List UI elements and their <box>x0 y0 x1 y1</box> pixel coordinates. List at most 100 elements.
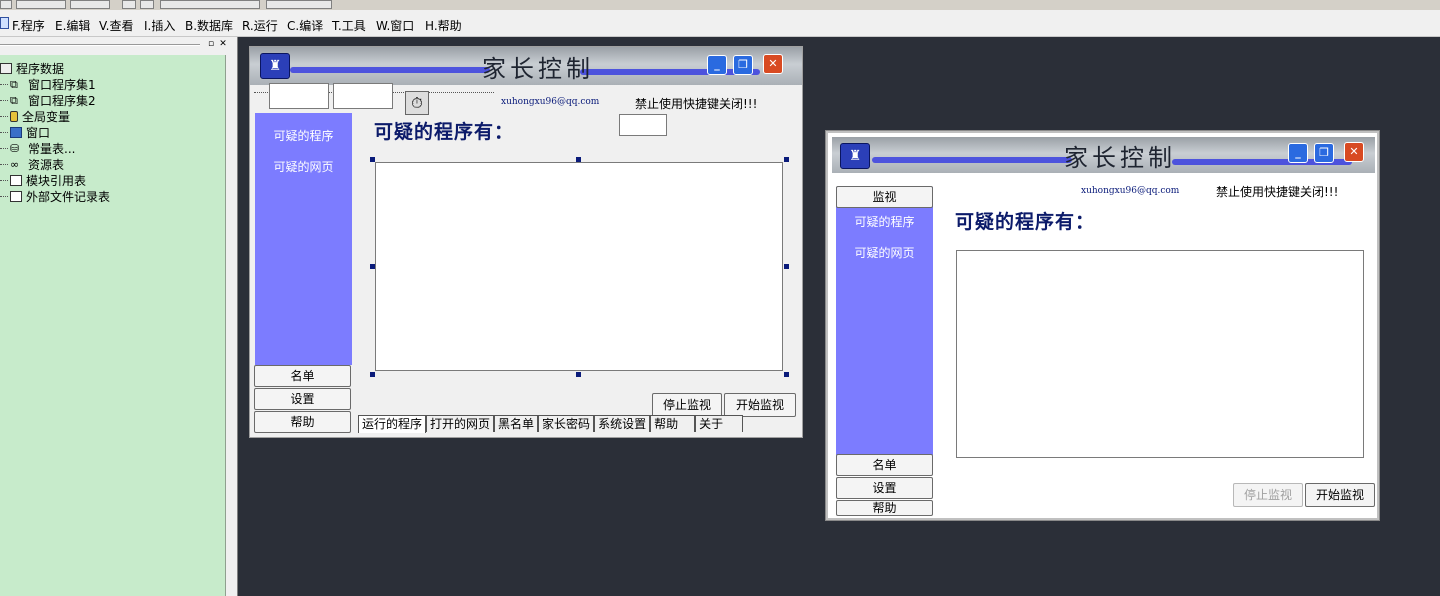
close-window-icon[interactable]: ✕ <box>763 54 783 74</box>
settings-button[interactable]: 设置 <box>254 388 351 410</box>
notice-label: 禁止使用快捷键关闭!!! <box>1216 185 1339 199</box>
constants-icon: ⛁ <box>10 141 20 155</box>
menu-window[interactable]: W.窗口 <box>376 17 414 34</box>
resize-handle[interactable] <box>784 157 789 162</box>
app-logo-icon: ♜ <box>260 53 290 79</box>
menu-view[interactable]: V.查看 <box>99 17 133 34</box>
tree-item[interactable]: 全局变量 <box>0 108 70 124</box>
menu-edit[interactable]: E.编辑 <box>55 17 90 34</box>
module-icon: ⧉ <box>10 77 18 91</box>
notice-label: 禁止使用快捷键关闭!!! <box>635 97 758 111</box>
suspicious-programs-link[interactable]: 可疑的程序 <box>255 127 352 144</box>
sidebar: 可疑的程序 可疑的网页 <box>836 187 933 455</box>
tree-item[interactable]: ⛁ 常量表... <box>0 140 75 156</box>
tab-bar: 运行的程序 打开的网页 黑名单 家长密码 系统设置 帮助 关于 <box>358 415 744 433</box>
timer-icon[interactable]: ⏱ <box>405 91 429 115</box>
help-button[interactable]: 帮助 <box>836 500 933 516</box>
list-button[interactable]: 名单 <box>254 365 351 387</box>
help-button[interactable]: 帮助 <box>254 411 351 433</box>
resize-handle[interactable] <box>576 157 581 162</box>
panel-splitter[interactable] <box>226 37 238 596</box>
suspicious-programs-link[interactable]: 可疑的程序 <box>836 213 933 230</box>
minimize-icon[interactable]: _ <box>1288 143 1308 163</box>
menu-insert[interactable]: I.插入 <box>144 17 175 34</box>
toolbar-button[interactable] <box>16 0 66 9</box>
tab-open-webpages[interactable]: 打开的网页 <box>426 415 495 432</box>
tree-item-label: 窗口 <box>26 125 51 140</box>
tree-item[interactable]: 外部文件记录表 <box>0 188 110 204</box>
tab-parent-password[interactable]: 家长密码 <box>538 415 595 432</box>
tree-item-label: 窗口程序集2 <box>28 93 96 108</box>
tab-help[interactable]: 帮助 <box>650 415 696 432</box>
tree-item[interactable]: ∞ 资源表 <box>0 156 64 172</box>
menu-database[interactable]: B.数据库 <box>185 17 233 34</box>
suspicious-programs-list[interactable] <box>956 250 1364 458</box>
menu-compile[interactable]: C.编译 <box>287 17 323 34</box>
resize-handle[interactable] <box>784 372 789 377</box>
tree-item[interactable]: ⧉ 窗口程序集1 <box>0 76 96 92</box>
resize-handle[interactable] <box>370 157 375 162</box>
tree-root[interactable]: 程序数据 <box>0 60 64 76</box>
toolbar-button[interactable] <box>122 0 136 9</box>
toolbar-button[interactable] <box>160 0 260 9</box>
banner-title: 家长控制 <box>1064 144 1176 172</box>
tree-item[interactable]: 窗口 <box>0 124 50 140</box>
small-textbox[interactable] <box>619 114 667 136</box>
menu-run[interactable]: R.运行 <box>242 17 278 34</box>
tree-item-label: 资源表 <box>28 157 65 172</box>
suspicious-webpages-link[interactable]: 可疑的网页 <box>836 244 933 261</box>
form-banner: ♜ 家长控制 _ ❐ ✕ <box>832 137 1375 173</box>
pin-icon[interactable]: ▫ <box>206 39 216 50</box>
email-label: xuhongxu96@qq.com <box>1081 186 1180 196</box>
minimize-icon[interactable]: _ <box>707 55 727 75</box>
close-window-icon[interactable]: ✕ <box>1344 142 1364 162</box>
toolbar-button[interactable] <box>140 0 154 9</box>
tree-line <box>0 147 8 149</box>
start-monitor-button[interactable]: 开始监视 <box>724 393 796 417</box>
tree-line <box>0 163 8 165</box>
toolbar <box>0 0 1440 10</box>
settings-button[interactable]: 设置 <box>836 477 933 499</box>
toolbar-button[interactable] <box>70 0 110 9</box>
monitor-button[interactable]: 监视 <box>836 186 933 208</box>
app-icon <box>0 17 9 29</box>
designer-form[interactable]: ♜ 家长控制 _ ❐ ✕ ⏱ xuhongxu96@qq.com 禁止使用快捷键… <box>249 46 803 438</box>
tree-root-label: 程序数据 <box>16 61 65 76</box>
restore-icon[interactable]: ❐ <box>733 55 753 75</box>
tree-item[interactable]: ⧉ 窗口程序集2 <box>0 92 96 108</box>
stop-monitor-button[interactable]: 停止监视 <box>1233 483 1303 507</box>
resize-handle[interactable] <box>784 264 789 269</box>
tree-item[interactable]: 模块引用表 <box>0 172 86 188</box>
project-tree: 程序数据 ⧉ 窗口程序集1 ⧉ 窗口程序集2 全局变量 窗口 ⛁ 常量表... <box>0 55 226 596</box>
module-ref-icon <box>10 174 22 186</box>
stop-monitor-button[interactable]: 停止监视 <box>652 393 722 417</box>
hidden-textbox[interactable] <box>269 83 329 109</box>
tab-system-settings[interactable]: 系统设置 <box>594 415 651 432</box>
start-monitor-button[interactable]: 开始监视 <box>1305 483 1375 507</box>
toolbar-button[interactable] <box>266 0 332 9</box>
restore-icon[interactable]: ❐ <box>1314 143 1334 163</box>
suspicious-programs-list[interactable] <box>375 162 783 371</box>
page-heading: 可疑的程序有： <box>955 211 1096 233</box>
resize-handle[interactable] <box>370 264 375 269</box>
database-icon <box>0 62 12 74</box>
tree-item-label: 外部文件记录表 <box>26 189 111 204</box>
tab-blacklist[interactable]: 黑名单 <box>494 415 539 432</box>
tree-item-label: 全局变量 <box>22 109 71 124</box>
panel-grip[interactable] <box>0 44 200 46</box>
tab-running-programs[interactable]: 运行的程序 <box>358 415 427 433</box>
resize-handle[interactable] <box>576 372 581 377</box>
tree-line <box>0 99 8 101</box>
list-button[interactable]: 名单 <box>836 454 933 476</box>
hidden-textbox[interactable] <box>333 83 393 109</box>
sidebar: 可疑的程序 可疑的网页 <box>255 113 352 365</box>
menu-help[interactable]: H.帮助 <box>425 17 462 34</box>
tab-about[interactable]: 关于 <box>695 415 744 432</box>
suspicious-webpages-link[interactable]: 可疑的网页 <box>255 158 352 175</box>
tree-item-label: 窗口程序集1 <box>28 77 96 92</box>
preview-window[interactable]: ♜ 家长控制 _ ❐ ✕ 可疑的程序 可疑的网页 监视 名单 设置 帮助 xuh… <box>826 131 1379 520</box>
menu-tools[interactable]: T.工具 <box>332 17 366 34</box>
toolbar-button[interactable] <box>0 0 12 9</box>
menu-program[interactable]: F.程序 <box>12 17 45 34</box>
resize-handle[interactable] <box>370 372 375 377</box>
